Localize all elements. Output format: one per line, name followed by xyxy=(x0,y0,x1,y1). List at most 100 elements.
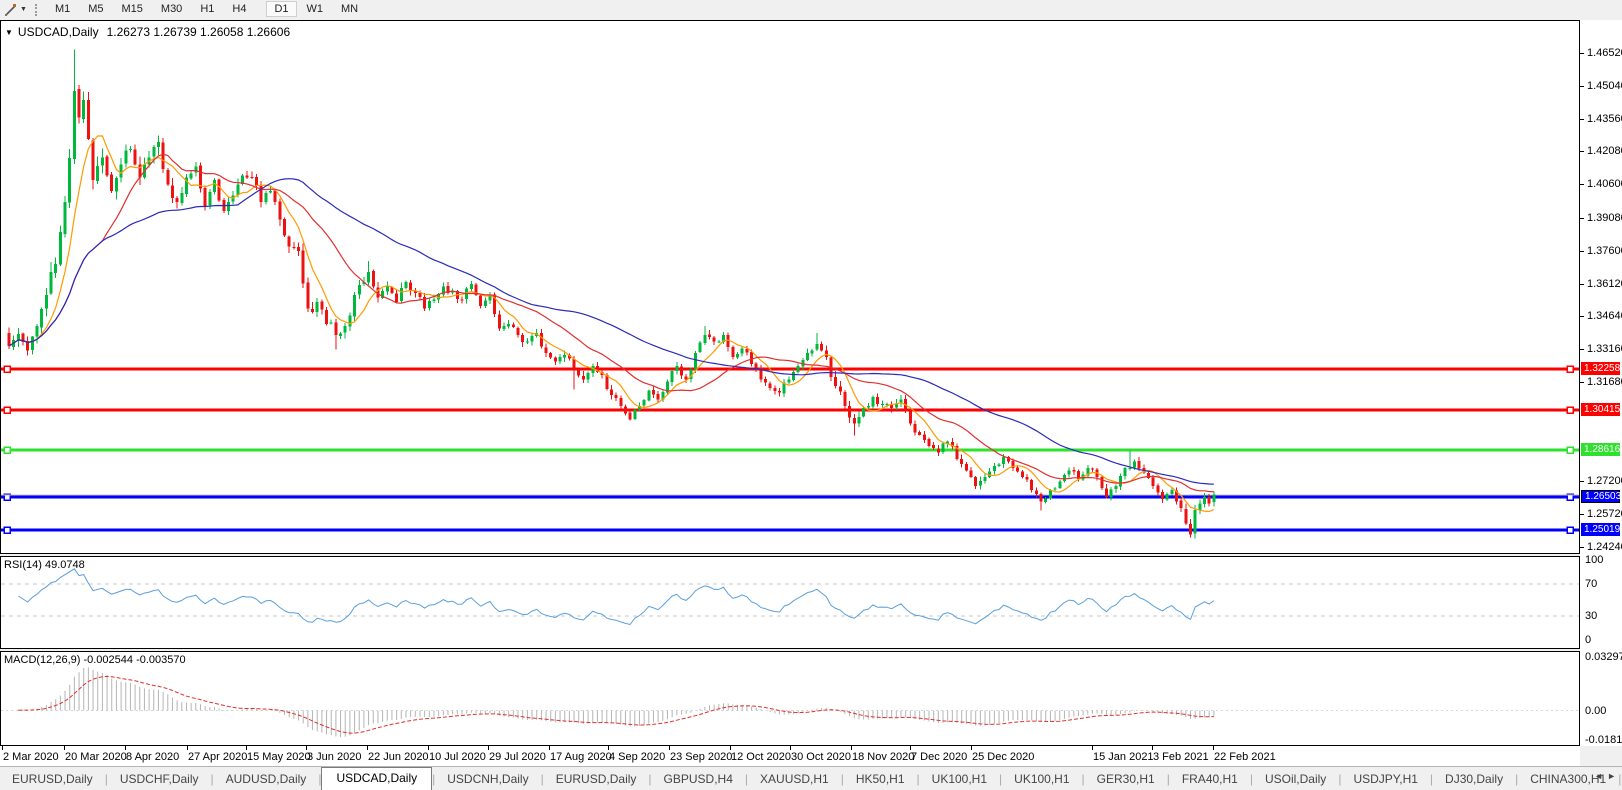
chart-tab-fra40-h1[interactable]: FRA40,H1 xyxy=(1170,769,1250,790)
timeframe-button-w1[interactable]: W1 xyxy=(299,1,332,17)
chart-tab-ger30-h1[interactable]: GER30,H1 xyxy=(1085,769,1167,790)
candlestick-chart-canvas[interactable] xyxy=(1,21,1579,553)
chart-tab-eurusd-daily[interactable]: EURUSD,Daily xyxy=(544,769,649,790)
timeframe-button-mn[interactable]: MN xyxy=(333,1,366,17)
date-label: 12 Oct 2020 xyxy=(731,751,791,763)
price-tick-label: 1.31680 xyxy=(1587,376,1622,388)
tab-scroll-arrows: ◄► xyxy=(1594,771,1620,781)
date-tick-mark xyxy=(730,746,731,750)
moving-average-7 xyxy=(8,135,1215,513)
chart-tab-eurusd-daily[interactable]: EURUSD,Daily xyxy=(0,769,105,790)
timeframe-button-h4[interactable]: H4 xyxy=(224,1,254,17)
price-tick-label: 1.34640 xyxy=(1587,310,1622,322)
horizontal-line-1.30415[interactable] xyxy=(1,406,1579,414)
horizontal-line-1.25019[interactable] xyxy=(1,526,1579,534)
chart-tab-usdcad-daily[interactable]: USDCAD,Daily xyxy=(321,767,433,790)
timeframe-button-d1[interactable]: D1 xyxy=(266,1,297,17)
price-axis[interactable]: 1.46520 1.45040 1.43560 1.42080 1.40600 1.390… xyxy=(1580,20,1622,746)
moving-average-50 xyxy=(8,178,1214,485)
date-label: 30 Oct 2020 xyxy=(791,751,851,763)
price-tick-mark xyxy=(1580,514,1584,515)
candles xyxy=(7,49,1216,539)
price-tick-mark xyxy=(1580,316,1584,317)
date-tick-mark xyxy=(608,746,609,750)
timeframe-button-m30[interactable]: M30 xyxy=(153,1,190,17)
chart-tab-uk100-h1[interactable]: UK100,H1 xyxy=(920,769,999,790)
date-tick-mark xyxy=(306,746,307,750)
drawing-tool-icon xyxy=(5,3,16,16)
macd-chart-canvas xyxy=(1,667,1579,737)
rsi-chart-canvas xyxy=(1,568,1579,626)
date-tick-mark xyxy=(1092,746,1093,750)
moving-average-21 xyxy=(8,153,1214,493)
rsi-axis-label: 70 xyxy=(1585,578,1598,590)
timeframe-toolbar: ▼ M1 M5 M15 M30 H1 H4 D1 W1 MN xyxy=(0,0,1622,19)
chart-tab-uk100-h1[interactable]: UK100,H1 xyxy=(1002,769,1081,790)
date-tick-mark xyxy=(488,746,489,750)
horizontal-line-1.28616[interactable] xyxy=(1,446,1579,454)
chart-tab-usdjpy-h1[interactable]: USDJPY,H1 xyxy=(1341,769,1429,790)
timeframe-button-h1[interactable]: H1 xyxy=(192,1,222,17)
chart-tab-audusd-daily[interactable]: AUDUSD,Daily xyxy=(214,769,319,790)
date-label: 4 Sep 2020 xyxy=(609,751,666,763)
chart-tab-usdcnh-daily[interactable]: USDCNH,Daily xyxy=(435,769,540,790)
chart-tab-xauusd-h1[interactable]: XAUUSD,H1 xyxy=(748,769,841,790)
price-tick-mark xyxy=(1580,119,1584,120)
tab-scroll-right-icon[interactable]: ► xyxy=(1607,771,1620,781)
chart-tab-usoil-daily[interactable]: USOil,Daily xyxy=(1253,769,1338,790)
price-tick-mark xyxy=(1580,184,1584,185)
date-label: 3 Feb 2021 xyxy=(1153,751,1209,763)
price-line-badge: 1.26503 xyxy=(1581,490,1621,503)
dropdown-caret-icon: ▼ xyxy=(20,6,27,13)
price-tick-label: 1.33160 xyxy=(1587,343,1622,355)
date-label: 2 Mar 2020 xyxy=(3,751,59,763)
timeframe-button-m1[interactable]: M1 xyxy=(47,1,78,17)
horizontal-line-1.32258[interactable] xyxy=(1,365,1579,373)
price-line-badge: 1.32258 xyxy=(1581,362,1620,375)
price-tick-mark xyxy=(1580,547,1584,548)
timeframe-button-m5[interactable]: M5 xyxy=(80,1,111,17)
toolbar-grip[interactable] xyxy=(34,3,40,16)
chart-symbol-label: USDCAD,Daily xyxy=(17,25,99,39)
price-tick-label: 1.45040 xyxy=(1587,80,1622,92)
date-tick-mark xyxy=(2,746,3,750)
timeframe-button-m15[interactable]: M15 xyxy=(114,1,151,17)
chart-tab-usdchf-daily[interactable]: USDCHF,Daily xyxy=(108,769,211,790)
price-tick-mark xyxy=(1580,349,1584,350)
date-label: 22 Jun 2020 xyxy=(368,751,429,763)
price-tick-label: 1.36120 xyxy=(1587,278,1622,290)
chart-tool-button[interactable]: ▼ xyxy=(0,1,31,18)
date-label: 17 Aug 2020 xyxy=(550,751,612,763)
chart-tab-hk50-h1[interactable]: HK50,H1 xyxy=(844,769,917,790)
price-tick-label: 1.25720 xyxy=(1587,508,1622,520)
collapse-triangle-icon: ▼ xyxy=(5,27,13,37)
date-tick-mark xyxy=(64,746,65,750)
date-tick-mark xyxy=(367,746,368,750)
rsi-axis-label: 0 xyxy=(1585,634,1592,646)
rsi-indicator-panel[interactable]: RSI(14) 49.0748 xyxy=(0,556,1580,649)
price-tick-mark xyxy=(1580,86,1584,87)
rsi-axis-label: 30 xyxy=(1585,610,1598,622)
macd-axis-label: 0.00 xyxy=(1585,705,1607,717)
date-tick-mark xyxy=(187,746,188,750)
timeframe-buttons: M1 M5 M15 M30 H1 H4 D1 W1 MN xyxy=(46,1,367,17)
price-tick-mark xyxy=(1580,53,1584,54)
price-tick-mark xyxy=(1580,382,1584,383)
date-label: 7 Dec 2020 xyxy=(911,751,968,763)
chart-tab-gbpusd-h4[interactable]: GBPUSD,H4 xyxy=(652,769,745,790)
date-tick-mark xyxy=(428,746,429,750)
price-line-badge: 1.28616 xyxy=(1581,443,1620,456)
date-label: 25 Dec 2020 xyxy=(972,751,1035,763)
tab-scroll-left-icon[interactable]: ◄ xyxy=(1594,771,1607,781)
macd-axis-label: -0.018154 xyxy=(1585,734,1622,746)
macd-axis-label: 0.032972 xyxy=(1585,651,1622,663)
main-chart-panel[interactable]: ▼ USDCAD,Daily 1.26273 1.26739 1.26058 1… xyxy=(0,20,1580,554)
date-label: 15 May 2020 xyxy=(247,751,311,763)
price-tick-mark xyxy=(1580,151,1584,152)
date-axis[interactable]: 2 Mar 2020 20 Mar 2020 8 Apr 2020 27 Apr 20… xyxy=(0,746,1580,766)
chart-tab-dj30-daily[interactable]: DJ30,Daily xyxy=(1433,769,1515,790)
chart-tab-bar: EURUSD,Daily | USDCHF,Daily | AUDUSD,Daily | U… xyxy=(0,766,1622,790)
macd-indicator-panel[interactable]: MACD(12,26,9) -0.002544 -0.003570 xyxy=(0,651,1580,746)
price-tick-label: 1.39080 xyxy=(1587,212,1622,224)
date-label: 27 Apr 2020 xyxy=(188,751,248,763)
